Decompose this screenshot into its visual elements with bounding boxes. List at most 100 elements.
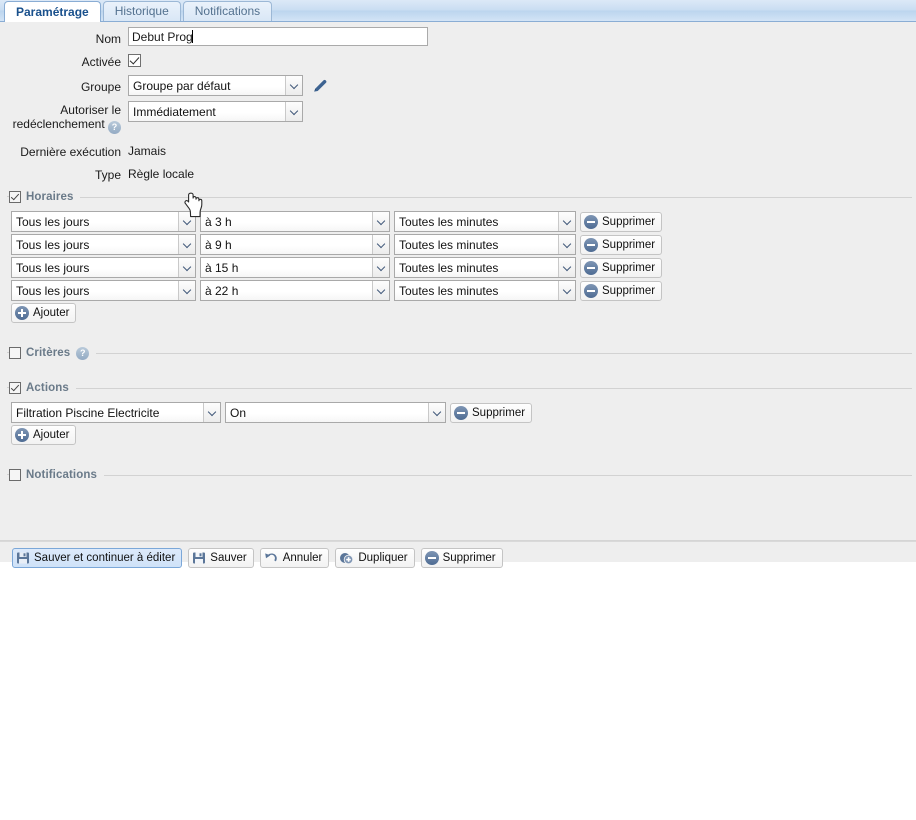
criteres-checkbox[interactable] <box>9 347 21 359</box>
tab-parametrage[interactable]: Paramétrage <box>4 1 101 22</box>
horaire-minute-select[interactable]: Toutes les minutes <box>394 257 576 278</box>
horaires-legend-label: Horaires <box>26 191 73 203</box>
horaire-minute-value: Toutes les minutes <box>395 284 575 298</box>
tab-notifications[interactable]: Notifications <box>183 1 272 21</box>
chevron-down-icon <box>203 403 220 422</box>
horaire-row: Tous les jours à 3 h Toutes les minutes … <box>11 211 912 232</box>
minus-circle-icon <box>425 551 439 565</box>
chevron-down-icon <box>178 235 195 254</box>
actions-add-button[interactable]: Ajouter <box>11 425 76 445</box>
horaire-row: Tous les jours à 22 h Toutes les minutes… <box>11 280 912 301</box>
duplicate-icon <box>339 551 354 565</box>
redeclenchement-label: Autoriser le redéclenchement ? <box>0 101 128 134</box>
horaire-day-select[interactable]: Tous les jours <box>11 211 196 232</box>
field-row-type: Type Règle locale <box>0 163 916 183</box>
groupe-select[interactable]: Groupe par défaut <box>128 75 303 96</box>
action-target-value: Filtration Piscine Electricite <box>12 406 220 420</box>
chevron-down-icon <box>558 258 575 277</box>
action-delete-button[interactable]: Supprimer <box>450 403 532 423</box>
horaire-minute-value: Toutes les minutes <box>395 238 575 252</box>
horaire-day-select[interactable]: Tous les jours <box>11 257 196 278</box>
duplicate-button[interactable]: Dupliquer <box>335 548 414 568</box>
horaire-hour-select[interactable]: à 22 h <box>200 280 390 301</box>
activee-checkbox[interactable] <box>128 54 141 67</box>
tab-bar: Paramétrage Historique Notifications <box>0 0 916 22</box>
activee-label: Activée <box>0 50 128 70</box>
horaire-minute-select[interactable]: Toutes les minutes <box>394 234 576 255</box>
rule-properties-form: Nom Debut Prog Activée Groupe Groupe par… <box>0 22 916 183</box>
action-row: Filtration Piscine Electricite On Suppri… <box>11 402 912 423</box>
section-horaires: Horaires Tous les jours à 3 h Toutes les… <box>7 189 912 329</box>
horaire-delete-button[interactable]: Supprimer <box>580 235 662 255</box>
chevron-down-icon <box>285 76 302 95</box>
nom-input[interactable]: Debut Prog <box>128 27 428 46</box>
chevron-down-icon <box>372 235 389 254</box>
actions-add-label: Ajouter <box>33 429 69 441</box>
type-value: Règle locale <box>128 163 194 181</box>
horaires-add-label: Ajouter <box>33 307 69 319</box>
horaires-checkbox[interactable] <box>9 191 21 203</box>
chevron-down-icon <box>558 212 575 231</box>
save-and-continue-label: Sauver et continuer à éditer <box>34 552 175 564</box>
horaire-minute-value: Toutes les minutes <box>395 215 575 229</box>
criteres-legend-label: Critères <box>26 347 70 359</box>
section-notifications: Notifications <box>7 467 912 483</box>
horaire-delete-button[interactable]: Supprimer <box>580 212 662 232</box>
legend-divider <box>76 388 912 389</box>
chevron-down-icon <box>372 212 389 231</box>
tab-historique[interactable]: Historique <box>103 1 181 21</box>
nom-input-value: Debut Prog <box>132 30 193 44</box>
cancel-button[interactable]: Annuler <box>260 548 330 568</box>
action-target-select[interactable]: Filtration Piscine Electricite <box>11 402 221 423</box>
action-state-select[interactable]: On <box>225 402 446 423</box>
pencil-icon[interactable] <box>311 77 329 95</box>
save-label: Sauver <box>210 552 246 564</box>
footer-button-bar: Sauver et continuer à éditer Sauver <box>0 541 916 563</box>
undo-arrow-icon <box>264 551 279 565</box>
minus-circle-icon <box>584 284 598 298</box>
horaire-minute-select[interactable]: Toutes les minutes <box>394 280 576 301</box>
minus-circle-icon <box>454 406 468 420</box>
horaire-delete-button[interactable]: Supprimer <box>580 258 662 278</box>
horaire-hour-select[interactable]: à 3 h <box>200 211 390 232</box>
minus-circle-icon <box>584 215 598 229</box>
chevron-down-icon <box>178 258 195 277</box>
field-row-groupe: Groupe Groupe par défaut <box>0 75 916 96</box>
chevron-down-icon <box>428 403 445 422</box>
delete-label: Supprimer <box>443 552 496 564</box>
derniere-execution-value: Jamais <box>128 140 166 158</box>
section-actions-legend: Actions <box>7 380 912 396</box>
horaire-hour-select[interactable]: à 15 h <box>200 257 390 278</box>
save-button[interactable]: Sauver <box>188 548 253 568</box>
horaire-day-select[interactable]: Tous les jours <box>11 234 196 255</box>
groupe-label: Groupe <box>0 75 128 95</box>
horaires-add-button[interactable]: Ajouter <box>11 303 76 323</box>
horaire-delete-button[interactable]: Supprimer <box>580 281 662 301</box>
horaire-day-value: Tous les jours <box>12 261 195 275</box>
help-icon-redeclenchement[interactable]: ? <box>108 121 121 134</box>
horaire-row: Tous les jours à 9 h Toutes les minutes … <box>11 234 912 255</box>
actions-rows: Filtration Piscine Electricite On Suppri… <box>7 396 912 451</box>
horaire-minute-select[interactable]: Toutes les minutes <box>394 211 576 232</box>
actions-checkbox[interactable] <box>9 382 21 394</box>
horaire-delete-label: Supprimer <box>602 239 655 251</box>
help-icon-criteres[interactable]: ? <box>76 347 89 360</box>
horaire-delete-label: Supprimer <box>602 285 655 297</box>
delete-button[interactable]: Supprimer <box>421 548 503 568</box>
section-criteres: Critères ? <box>7 345 912 361</box>
horaire-hour-select[interactable]: à 9 h <box>200 234 390 255</box>
horaire-day-select[interactable]: Tous les jours <box>11 280 196 301</box>
horaire-hour-value: à 3 h <box>201 215 389 229</box>
section-notifications-legend: Notifications <box>7 467 912 483</box>
horaire-day-value: Tous les jours <box>12 284 195 298</box>
chevron-down-icon <box>285 102 302 121</box>
groupe-select-value: Groupe par défaut <box>129 79 302 93</box>
chevron-down-icon <box>372 281 389 300</box>
chevron-down-icon <box>372 258 389 277</box>
horaire-hour-value: à 9 h <box>201 238 389 252</box>
chevron-down-icon <box>178 281 195 300</box>
chevron-down-icon <box>558 281 575 300</box>
notifications-checkbox[interactable] <box>9 469 21 481</box>
save-and-continue-button[interactable]: Sauver et continuer à éditer <box>12 548 182 568</box>
redeclenchement-select[interactable]: Immédiatement <box>128 101 303 122</box>
